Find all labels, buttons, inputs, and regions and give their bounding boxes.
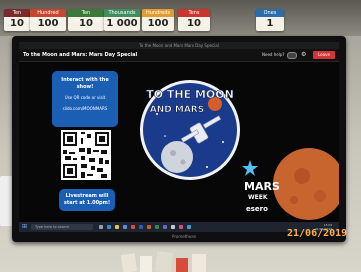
esero-logo-text: esero [246, 205, 268, 213]
qr-code[interactable] [61, 130, 111, 180]
help-toggle[interactable] [287, 52, 297, 59]
app-icon[interactable] [187, 225, 191, 229]
window-title-bar: To the Moon and Mars Mars Day Special [19, 42, 339, 49]
screen: To the Moon and Mars Mars Day Special To… [19, 42, 339, 232]
place-value-card-label: Tens [178, 9, 210, 17]
place-value-card-value: 100 [142, 17, 174, 31]
leave-button[interactable]: Leave [313, 51, 335, 59]
place-value-card-label: Hundreds [142, 9, 174, 17]
interact-text: Use QR code or visit [64, 95, 106, 100]
need-help-label: Need help? [262, 52, 285, 57]
excel-icon[interactable] [155, 225, 159, 229]
app-header: To the Moon and Mars: Mars Day Special N… [19, 49, 339, 62]
mars-week-line-2: WEEK [248, 194, 268, 201]
app-icon[interactable] [171, 225, 175, 229]
place-value-card: Thousands 1 000 [104, 9, 140, 31]
interact-card: Interact with the show! Use QR code or v… [52, 71, 118, 127]
task-view-icon[interactable] [99, 225, 103, 229]
app-icon[interactable] [179, 225, 183, 229]
place-value-card: Ten Thousands10 000 [68, 9, 104, 31]
photo-date-stamp: 21/06/2019 [287, 228, 348, 239]
word-icon[interactable] [139, 225, 143, 229]
place-value-card-label: Hundred Thousands [30, 9, 66, 24]
gear-icon[interactable]: ⚙ [301, 49, 306, 61]
place-value-card: Ones 1 [256, 9, 284, 31]
logo-line-2: AND MARS [150, 105, 204, 115]
file-explorer-icon[interactable] [115, 225, 119, 229]
powerpoint-icon[interactable] [147, 225, 151, 229]
desk-items [120, 251, 206, 272]
place-value-card-value: 1 [256, 17, 284, 31]
edge-icon[interactable] [107, 225, 111, 229]
place-value-card: Ten Thousands10 000 [4, 9, 30, 31]
logo-line-1: TO THE MOON [146, 88, 234, 101]
interact-heading: Interact with the show! [61, 77, 109, 90]
place-value-card: Hundred Thousands100 000 [30, 9, 66, 31]
monitor-brand: Promethean [172, 234, 197, 239]
monitor: To the Moon and Mars Mars Day Special To… [12, 36, 346, 242]
teams-icon[interactable] [163, 225, 167, 229]
place-value-card: Hundreds 100 [142, 9, 174, 31]
mars-week-line-1: MARS [244, 180, 280, 193]
interact-url[interactable]: slido.com/MOONMARS [52, 106, 118, 111]
livestream-card: Livestream will start at 1.00pm! [59, 189, 115, 211]
place-value-card-label: Ten Thousands [68, 9, 104, 24]
place-value-card-value: 1 000 [104, 17, 140, 31]
place-value-card-value: 10 [178, 17, 210, 31]
place-value-card-label: Thousands [104, 9, 140, 17]
windows-start-icon[interactable]: ⊞ [22, 224, 28, 230]
mars-week-art: MARS WEEK esero [242, 148, 339, 220]
app-title: To the Moon and Mars: Mars Day Special [23, 52, 138, 58]
chrome-icon[interactable] [131, 225, 135, 229]
place-value-card-label: Ones [256, 9, 284, 17]
place-value-card: Tens 10 [178, 9, 210, 31]
store-icon[interactable] [123, 225, 127, 229]
taskbar-search-input[interactable]: Type here to search [31, 224, 93, 230]
place-value-card-label: Ten Thousands [4, 9, 30, 24]
